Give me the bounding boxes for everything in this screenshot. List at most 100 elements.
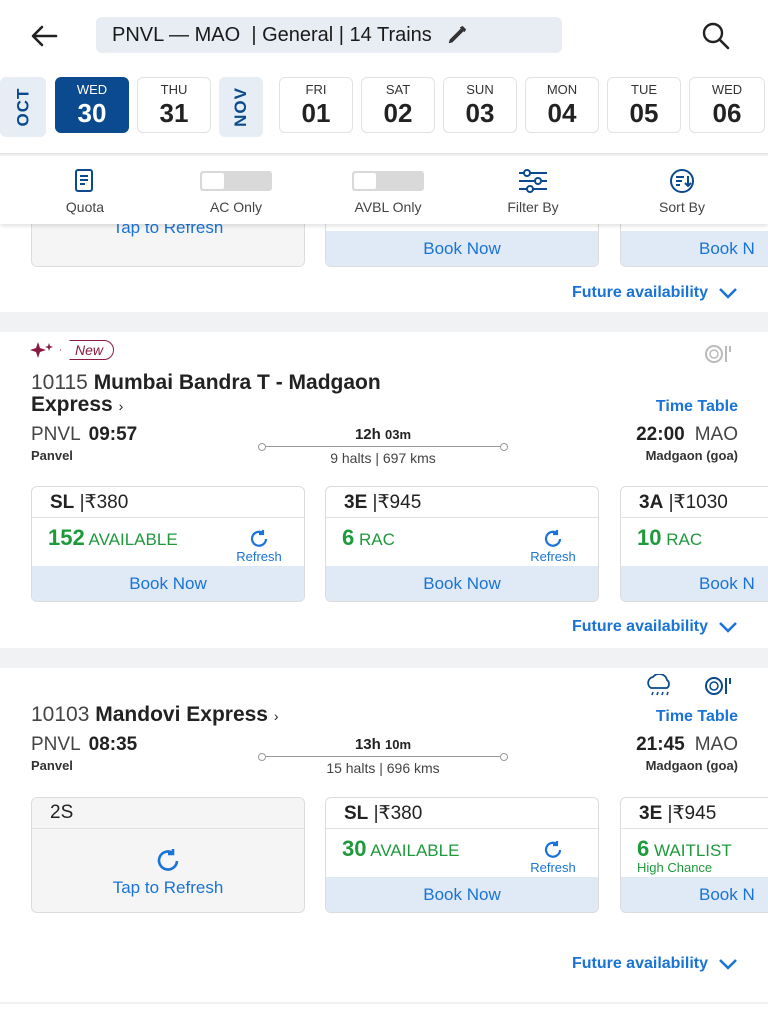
ac-only-toggle[interactable] (200, 171, 272, 191)
sort-by-label: Sort By (659, 199, 705, 215)
day-number: 01 (301, 98, 331, 128)
search-icon[interactable] (700, 20, 732, 52)
to-time: 22:00 (636, 424, 685, 445)
quota-label: Quota (65, 199, 105, 215)
to-station-name: Madgaon (goa) (645, 758, 738, 773)
filter-bar: Quota AC Only AVBL Only Filter By Sort B… (0, 156, 768, 224)
from-code: PNVL (31, 424, 81, 445)
train-name[interactable]: 10103 Mandovi Express › (31, 704, 531, 727)
day-of-week: FRI (305, 82, 327, 97)
day-of-week: WED (76, 82, 108, 97)
class-fare: |₹380 (79, 492, 129, 513)
back-arrow-icon[interactable] (26, 18, 62, 54)
arrival: 22:00 MAO (636, 424, 738, 446)
day-of-week: WED (711, 82, 743, 97)
day-number: 02 (383, 98, 413, 128)
future-availability-link[interactable]: Future availability (572, 284, 738, 302)
refresh-icon (250, 530, 268, 547)
time-table-link[interactable]: Time Table (656, 398, 738, 416)
date-chip[interactable]: FRI 01 (279, 77, 353, 133)
weather-rain-icon (647, 674, 670, 696)
sparkle-icon (30, 342, 53, 358)
class-code: 3E (344, 492, 368, 513)
ac-only-filter[interactable]: AC Only (198, 168, 274, 215)
class-tile-3a[interactable]: 3A |₹1030 10 RAC Book N (620, 486, 768, 602)
future-availability-link[interactable]: Future availability (572, 618, 738, 636)
arrival: 21:45 MAO (636, 734, 738, 756)
next-section-strip (0, 1004, 768, 1024)
class-tile-sl[interactable]: SL |₹380 152 AVAILABLE Refresh Book Now (31, 486, 305, 602)
time-table-link[interactable]: Time Table (656, 708, 738, 726)
future-availability-link[interactable]: Future availability (572, 955, 738, 973)
book-now-button[interactable]: Book Now (32, 566, 304, 601)
refresh-icon (157, 849, 179, 871)
refresh-button[interactable]: Refresh (224, 529, 294, 564)
refresh-button[interactable]: Refresh (518, 529, 588, 564)
from-code: PNVL (31, 734, 81, 755)
quota-filter[interactable]: Quota (50, 168, 120, 215)
day-of-week: THU (160, 82, 188, 97)
train-name[interactable]: 10115 Mumbai Bandra T - Madgaon Express … (31, 372, 531, 417)
from-time: 09:57 (88, 424, 138, 445)
new-tag: New (60, 340, 115, 360)
month-label-oct: OCT (0, 77, 46, 137)
journey-duration: 13h 10m 15 halts | 696 kms (258, 736, 508, 776)
day-number: 04 (547, 98, 577, 128)
ac-only-label: AC Only (209, 199, 263, 215)
avbl-only-filter[interactable]: AVBL Only (335, 168, 441, 215)
food-icon (705, 677, 731, 695)
book-now-button[interactable]: Book Now (326, 877, 598, 912)
class-code: SL (50, 492, 75, 513)
day-number: 31 (159, 98, 189, 128)
class-tile-2s[interactable]: 2S Tap to Refresh (31, 797, 305, 913)
book-now-button[interactable]: Book N (621, 566, 768, 601)
month-label-nov: NOV (219, 77, 263, 137)
date-chip-selected[interactable]: WED 30 (55, 77, 129, 133)
availability-status: AVAILABLE (370, 841, 460, 860)
food-icon (705, 345, 731, 363)
refresh-icon (544, 530, 562, 547)
train-number: 10115 (31, 371, 88, 394)
day-number: 03 (465, 98, 495, 128)
future-availability-label: Future availability (571, 618, 708, 635)
book-now-button[interactable]: Book Now (326, 231, 598, 266)
sort-by-button[interactable]: Sort By (642, 168, 722, 215)
tap-to-refresh[interactable]: Tap to Refresh (32, 848, 304, 898)
sort-icon (670, 169, 694, 193)
date-chip[interactable]: THU 31 (137, 77, 211, 133)
refresh-button[interactable]: Refresh (518, 840, 588, 875)
to-time: 21:45 (636, 734, 685, 755)
date-chip[interactable]: MON 04 (525, 77, 599, 133)
book-now-button[interactable]: Book N (621, 231, 768, 266)
chevron-down-icon (719, 622, 737, 633)
train-card-10103: 10103 Mandovi Express › Time Table PNVL 0… (0, 668, 768, 1002)
avbl-only-toggle[interactable] (352, 171, 424, 191)
class-fare: |₹945 (372, 492, 422, 513)
route-summary-pill[interactable]: PNVL — MAO | General | 14 Trains (96, 17, 562, 53)
date-chip[interactable]: SUN 03 (443, 77, 517, 133)
date-chip[interactable]: WED 06 (689, 77, 765, 133)
departure: PNVL 09:57 (31, 424, 137, 446)
filter-by-button[interactable]: Filter By (490, 168, 576, 215)
quota-text: | General | 14 Trains (251, 23, 432, 46)
class-fare: |₹380 (373, 803, 423, 824)
class-tile-3e[interactable]: 3E |₹945 6 WAITLIST High Chance Book N (620, 797, 768, 913)
date-chip[interactable]: TUE 05 (607, 77, 681, 133)
train-number: 10103 (31, 703, 90, 726)
filter-by-label: Filter By (507, 199, 559, 215)
class-tile-sl[interactable]: SL |₹380 30 AVAILABLE Refresh Book Now (325, 797, 599, 913)
train-name-text: Mandovi Express (95, 703, 268, 726)
to-station-name: Madgaon (goa) (645, 448, 738, 463)
refresh-label: Refresh (236, 549, 282, 564)
route-text: PNVL — MAO (112, 23, 241, 46)
day-number: 30 (77, 98, 107, 128)
book-now-button[interactable]: Book Now (326, 566, 598, 601)
date-chip[interactable]: SAT 02 (361, 77, 435, 133)
to-code: MAO (694, 424, 738, 445)
availability-status: WAITLIST (653, 841, 732, 860)
from-time: 08:35 (88, 734, 138, 755)
journey-duration: 12h 03m 9 halts | 697 kms (258, 426, 508, 466)
book-now-button[interactable]: Book N (621, 877, 768, 912)
availability-status: RAC (666, 530, 703, 549)
class-tile-3e[interactable]: 3E |₹945 6 RAC Refresh Book Now (325, 486, 599, 602)
